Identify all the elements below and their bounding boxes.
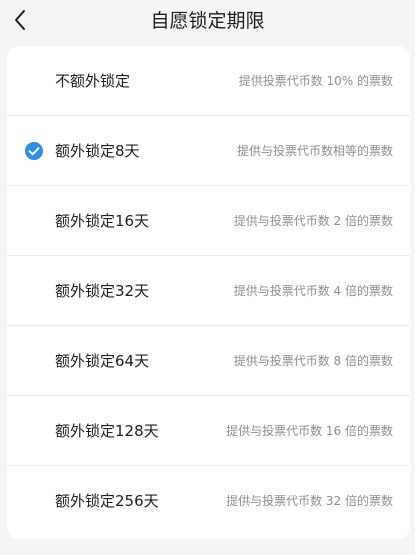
option-label: 额外锁定8天 bbox=[55, 142, 140, 160]
option-lock-128-days[interactable]: 额外锁定128天 提供与投票代币数 16 倍的票数 bbox=[7, 396, 410, 466]
option-label: 额外锁定32天 bbox=[55, 282, 150, 300]
option-lock-256-days[interactable]: 额外锁定256天 提供与投票代币数 32 倍的票数 bbox=[7, 466, 410, 536]
lock-period-list: 不额外锁定 提供投票代币数 10% 的票数 额外锁定8天 提供与投票代币数相等的… bbox=[7, 46, 410, 539]
option-no-extra-lock[interactable]: 不额外锁定 提供投票代币数 10% 的票数 bbox=[7, 46, 410, 116]
option-description: 提供与投票代币数 2 倍的票数 bbox=[233, 214, 393, 228]
option-label: 额外锁定64天 bbox=[55, 352, 150, 370]
check-circle-icon bbox=[25, 142, 43, 160]
page-title: 自愿锁定期限 bbox=[150, 10, 265, 32]
option-label: 不额外锁定 bbox=[55, 72, 131, 90]
option-lock-32-days[interactable]: 额外锁定32天 提供与投票代币数 4 倍的票数 bbox=[7, 256, 410, 326]
option-description: 提供与投票代币数 8 倍的票数 bbox=[233, 354, 393, 368]
option-lock-8-days[interactable]: 额外锁定8天 提供与投票代币数相等的票数 bbox=[7, 116, 410, 186]
option-description: 提供与投票代币数相等的票数 bbox=[236, 144, 393, 158]
option-label: 额外锁定256天 bbox=[55, 492, 159, 510]
option-lock-16-days[interactable]: 额外锁定16天 提供与投票代币数 2 倍的票数 bbox=[7, 186, 410, 256]
option-description: 提供与投票代币数 32 倍的票数 bbox=[226, 494, 393, 508]
option-lock-64-days[interactable]: 额外锁定64天 提供与投票代币数 8 倍的票数 bbox=[7, 326, 410, 396]
option-label: 额外锁定128天 bbox=[55, 422, 159, 440]
option-description: 提供与投票代币数 16 倍的票数 bbox=[226, 424, 393, 438]
header: 自愿锁定期限 bbox=[0, 0, 415, 44]
option-label: 额外锁定16天 bbox=[55, 212, 150, 230]
option-description: 提供与投票代币数 4 倍的票数 bbox=[233, 284, 393, 298]
option-description: 提供投票代币数 10% 的票数 bbox=[238, 74, 393, 88]
